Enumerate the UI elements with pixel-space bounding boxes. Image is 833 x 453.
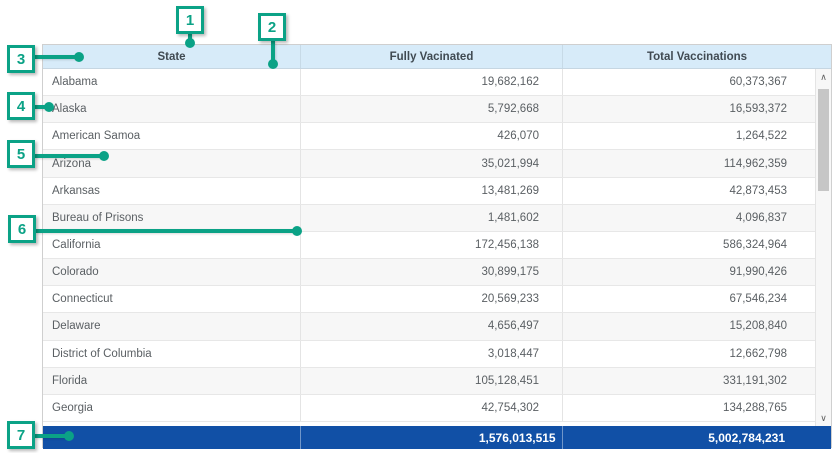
total-vaccinations-cell: 60,373,367 [563,69,815,95]
fully-vaccinated-cell: 1,481,602 [301,205,563,231]
fully-vaccinated-cell: 4,656,497 [301,313,563,339]
annotation-dot-6 [292,226,302,236]
table-row[interactable]: Alaska5,792,66816,593,372 [43,96,815,123]
total-vaccinations-cell: 15,208,840 [563,313,815,339]
fully-vaccinated-cell: 35,021,994 [301,150,563,176]
total-vaccinations-cell: 67,546,234 [563,286,815,312]
table-row[interactable]: Florida105,128,451331,191,302 [43,368,815,395]
table-row[interactable]: Bureau of Prisons1,481,6024,096,837 [43,205,815,232]
scroll-up-arrow-icon[interactable]: ∧ [816,69,831,85]
total-vaccinations-cell: 91,990,426 [563,259,815,285]
total-vaccinations-cell: 134,288,765 [563,395,815,421]
scrollbar-thumb[interactable] [818,89,829,191]
fully-vaccinated-cell: 426,070 [301,123,563,149]
state-cell: Colorado [43,259,301,285]
annotation-dot-7 [64,431,74,441]
annotation-marker-4: 4 [7,92,35,120]
table-row[interactable]: California172,456,138586,324,964 [43,232,815,259]
annotation-marker-2: 2 [258,13,286,41]
table-body-rows: Alabama19,682,16260,373,367Alaska5,792,6… [43,69,815,422]
annotation-marker-7: 7 [7,421,35,449]
state-cell: Alabama [43,69,301,95]
table-row[interactable]: Alabama19,682,16260,373,367 [43,69,815,96]
state-cell: Alaska [43,96,301,122]
fully-vaccinated-cell: 3,018,447 [301,341,563,367]
fully-vaccinated-cell: 13,481,269 [301,178,563,204]
fully-vaccinated-cell: 20,569,233 [301,286,563,312]
table-row[interactable]: Georgia42,754,302134,288,765 [43,395,815,422]
summary-total-row: 1,576,013,515 5,002,784,231 [43,426,831,449]
summary-state-cell [43,426,300,449]
total-vaccinations-cell: 586,324,964 [563,232,815,258]
column-header-fully-vaccinated[interactable]: Fully Vacinated [301,45,563,68]
total-vaccinations-cell: 16,593,372 [563,96,815,122]
total-vaccinations-cell: 4,096,837 [563,205,815,231]
state-cell: District of Columbia [43,341,301,367]
table-row[interactable]: Arizona35,021,994114,962,359 [43,150,815,177]
vertical-scrollbar[interactable]: ∧ ∨ [815,69,831,426]
annotation-dot-2 [268,59,278,69]
total-vaccinations-cell: 114,962,359 [563,150,815,176]
state-cell: American Samoa [43,123,301,149]
annotation-marker-1: 1 [176,6,204,34]
table-row[interactable]: Connecticut20,569,23367,546,234 [43,286,815,313]
annotation-dot-5 [99,151,109,161]
state-cell: Bureau of Prisons [43,205,301,231]
state-cell: California [43,232,301,258]
fully-vaccinated-cell: 30,899,175 [301,259,563,285]
total-vaccinations-cell: 42,873,453 [563,178,815,204]
fully-vaccinated-cell: 42,754,302 [301,395,563,421]
annotation-line-5 [34,154,104,158]
table-row[interactable]: American Samoa426,0701,264,522 [43,123,815,150]
annotation-dot-3 [74,52,84,62]
annotation-line-3 [34,55,79,59]
annotation-marker-6: 6 [8,215,36,243]
state-cell: Georgia [43,395,301,421]
total-vaccinations-cell: 1,264,522 [563,123,815,149]
vaccination-table: State Fully Vacinated Total Vaccinations… [42,44,832,448]
state-cell: Connecticut [43,286,301,312]
annotation-marker-5: 5 [7,140,35,168]
annotation-dot-4 [44,102,54,112]
annotation-line-6 [35,229,297,233]
fully-vaccinated-cell: 172,456,138 [301,232,563,258]
state-cell: Delaware [43,313,301,339]
table-row[interactable]: Delaware4,656,49715,208,840 [43,313,815,340]
table-row[interactable]: District of Columbia3,018,44712,662,798 [43,341,815,368]
column-header-total-vaccinations[interactable]: Total Vaccinations [563,45,831,68]
summary-total-vaccinations-cell: 5,002,784,231 [562,426,831,449]
state-cell: Florida [43,368,301,394]
total-vaccinations-cell: 12,662,798 [563,341,815,367]
dashboard-canvas: State Fully Vacinated Total Vaccinations… [0,0,833,453]
scroll-down-arrow-icon[interactable]: ∨ [816,410,831,426]
state-cell: Arkansas [43,178,301,204]
table-header-row: State Fully Vacinated Total Vaccinations [43,45,831,69]
annotation-marker-3: 3 [7,45,35,73]
table-row[interactable]: Colorado30,899,17591,990,426 [43,259,815,286]
summary-fully-vaccinated-cell: 1,576,013,515 [300,426,561,449]
total-vaccinations-cell: 331,191,302 [563,368,815,394]
fully-vaccinated-cell: 105,128,451 [301,368,563,394]
table-body: Alabama19,682,16260,373,367Alaska5,792,6… [43,69,831,426]
annotation-dot-1 [185,38,195,48]
fully-vaccinated-cell: 19,682,162 [301,69,563,95]
fully-vaccinated-cell: 5,792,668 [301,96,563,122]
table-row[interactable]: Arkansas13,481,26942,873,453 [43,178,815,205]
